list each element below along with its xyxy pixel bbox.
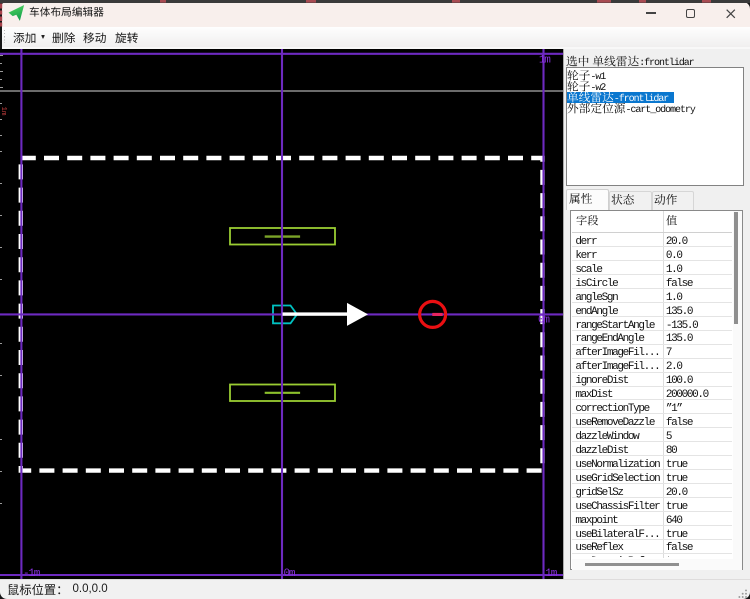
svg-text:1m: 1m <box>545 567 557 579</box>
svg-text:-1m: -1m <box>23 567 41 579</box>
svg-text:0m: 0m <box>538 314 550 326</box>
svg-text:1m: 1m <box>539 54 551 66</box>
svg-text:0m: 0m <box>284 567 296 579</box>
svg-text:1m: 1m <box>0 106 7 116</box>
